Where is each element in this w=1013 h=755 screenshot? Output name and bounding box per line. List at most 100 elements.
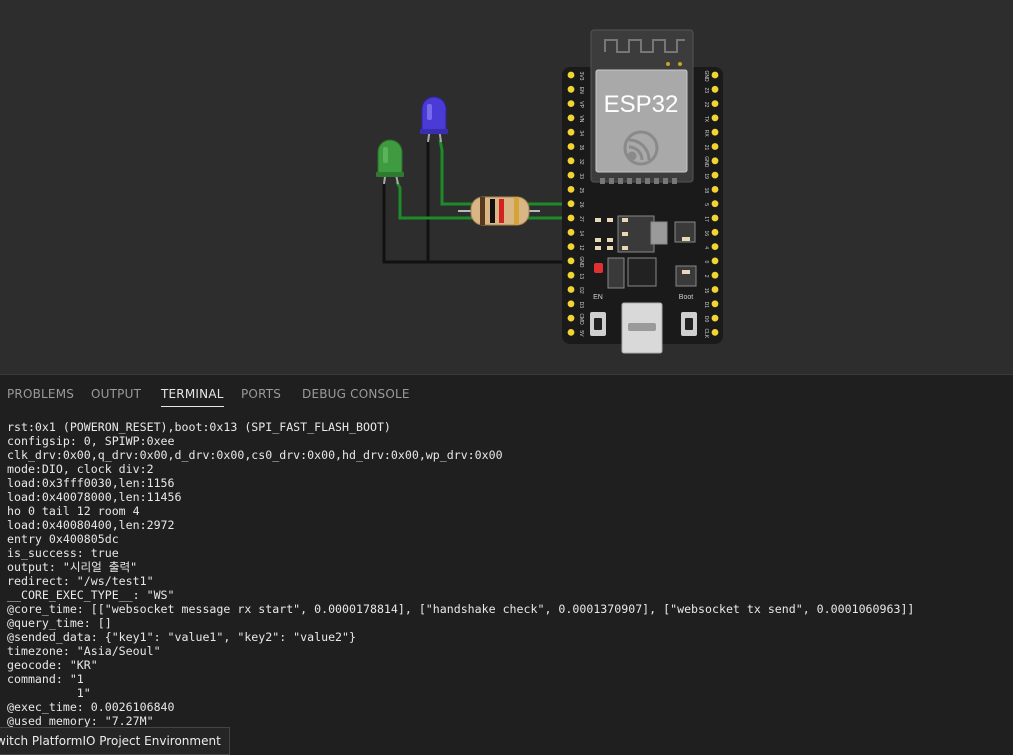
pin-d1[interactable]: [711, 300, 719, 308]
pin-27[interactable]: [567, 214, 575, 222]
terminal-line: load:0x3fff0030,len:1156: [7, 476, 175, 490]
pin-label: 5V: [578, 330, 584, 337]
pin-label: VP: [578, 101, 584, 108]
pin-33[interactable]: [567, 171, 575, 179]
pin-d3[interactable]: [567, 300, 575, 308]
pin-label: 21: [703, 145, 709, 151]
terminal-line: __CORE_EXEC_TYPE__: "WS": [7, 588, 175, 602]
tab-debug-console[interactable]: DEBUG CONSOLE: [302, 387, 410, 401]
pin-label: D1: [703, 302, 709, 309]
simulator-canvas[interactable]: ESP32 EN Boot 3V3 EN VP VN 34 35 32 33 2…: [0, 0, 1013, 374]
pin-12[interactable]: [567, 243, 575, 251]
espressif-logo-icon: [623, 130, 659, 166]
en-button[interactable]: [590, 312, 606, 336]
pin-34[interactable]: [567, 128, 575, 136]
pin-19[interactable]: [711, 171, 719, 179]
pin-label: 32: [578, 159, 584, 165]
pin-21[interactable]: [711, 143, 719, 150]
pin-label: VN: [578, 115, 584, 122]
pin-clk[interactable]: [711, 329, 719, 336]
terminal-line: @query_time: []: [7, 616, 112, 630]
pin-32[interactable]: [567, 157, 575, 165]
chip-label: ESP32: [604, 91, 679, 118]
terminal-line: load:0x40080400,len:2972: [7, 518, 175, 532]
pin-label: D0: [703, 316, 709, 323]
pin-23[interactable]: [711, 85, 719, 93]
pin-label: TX: [703, 116, 709, 123]
pin-35[interactable]: [567, 143, 575, 150]
terminal-line: output: "시리얼 출력": [7, 560, 138, 574]
terminal-line: entry 0x400805dc: [7, 532, 119, 546]
tab-terminal[interactable]: TERMINAL: [161, 387, 224, 407]
pin-2[interactable]: [711, 271, 719, 279]
pin-17[interactable]: [711, 214, 719, 222]
terminal-line: load:0x40078000,len:11456: [7, 490, 182, 504]
pin-vn[interactable]: [567, 114, 575, 122]
pin-13[interactable]: [567, 271, 575, 279]
pin-3v3[interactable]: [567, 71, 575, 79]
terminal-line: ho 0 tail 12 room 4: [7, 504, 140, 518]
pin-18[interactable]: [711, 186, 719, 193]
pin-25[interactable]: [567, 186, 575, 193]
pin-label: CLK: [703, 329, 709, 339]
wire-green-1[interactable]: [395, 181, 472, 220]
terminal-line: @exec_time: 0.0026106840: [7, 700, 175, 714]
terminal-line: is_success: true: [7, 546, 119, 560]
pin-22[interactable]: [711, 100, 719, 107]
pin-15[interactable]: [711, 286, 719, 293]
pin-cmd[interactable]: [567, 314, 575, 322]
pin-label: 4: [703, 246, 709, 249]
pin-tx[interactable]: [711, 114, 719, 122]
pin-gnd[interactable]: [711, 157, 719, 165]
pin-14[interactable]: [567, 228, 575, 236]
pin-label: 27: [578, 216, 584, 222]
terminal-line: rst:0x1 (POWERON_RESET),boot:0x13 (SPI_F…: [7, 420, 391, 434]
panel-tabs: PROBLEMS OUTPUT TERMINAL PORTS DEBUG CON…: [0, 375, 1013, 413]
terminal-output[interactable]: rst:0x1 (POWERON_RESET),boot:0x13 (SPI_F…: [7, 420, 1007, 728]
pin-label: 5: [703, 203, 709, 206]
tab-problems[interactable]: PROBLEMS: [7, 387, 74, 401]
terminal-line: timezone: "Asia/Seoul": [7, 644, 161, 658]
pin-label: 33: [578, 173, 584, 179]
pin-gnd[interactable]: [711, 71, 719, 79]
wire-green-2[interactable]: [438, 139, 472, 206]
pin-16[interactable]: [711, 228, 719, 236]
tab-output[interactable]: OUTPUT: [91, 387, 141, 401]
tab-ports[interactable]: PORTS: [241, 387, 281, 401]
en-label: EN: [593, 294, 603, 301]
terminal-line: configsip: 0, SPIWP:0xee: [7, 434, 175, 448]
pin-5[interactable]: [711, 200, 719, 208]
led-blue[interactable]: [420, 96, 448, 143]
pin-4[interactable]: [711, 243, 719, 251]
command-tooltip[interactable]: witch PlatformIO Project Environment: [0, 727, 230, 755]
pin-vp[interactable]: [567, 100, 575, 107]
pin-d2[interactable]: [567, 286, 575, 293]
pin-label: 16: [703, 231, 709, 237]
pin-label: 12: [578, 245, 584, 251]
pin-label: 17: [703, 216, 709, 222]
pin-label: 35: [578, 145, 584, 151]
pin-5v[interactable]: [567, 329, 575, 336]
terminal-line: clk_drv:0x00,q_drv:0x00,d_drv:0x00,cs0_d…: [7, 448, 503, 462]
tooltip-text: witch PlatformIO Project Environment: [0, 734, 221, 748]
led-green[interactable]: [376, 139, 404, 185]
pin-label: 22: [703, 102, 709, 108]
pin-label: 2: [703, 275, 709, 278]
pin-0[interactable]: [711, 257, 719, 265]
pin-label: GND: [703, 156, 709, 168]
pin-rx[interactable]: [711, 128, 719, 136]
pin-26[interactable]: [567, 200, 575, 208]
pin-label: 25: [578, 188, 584, 194]
esp32-board[interactable]: ESP32 EN Boot 3V3ENVPVN34353233252627141…: [562, 29, 723, 354]
pin-label: GND: [578, 256, 584, 268]
pin-gnd[interactable]: [567, 257, 575, 265]
resistor[interactable]: [458, 196, 540, 226]
power-led: [594, 263, 603, 273]
boot-button[interactable]: [681, 312, 697, 336]
pin-label: 15: [703, 288, 709, 294]
pin-d0[interactable]: [711, 314, 719, 322]
pin-en[interactable]: [567, 85, 575, 93]
pin-label: 13: [578, 273, 584, 279]
terminal-line: mode:DIO, clock div:2: [7, 462, 154, 476]
pin-label: RX: [703, 130, 709, 138]
